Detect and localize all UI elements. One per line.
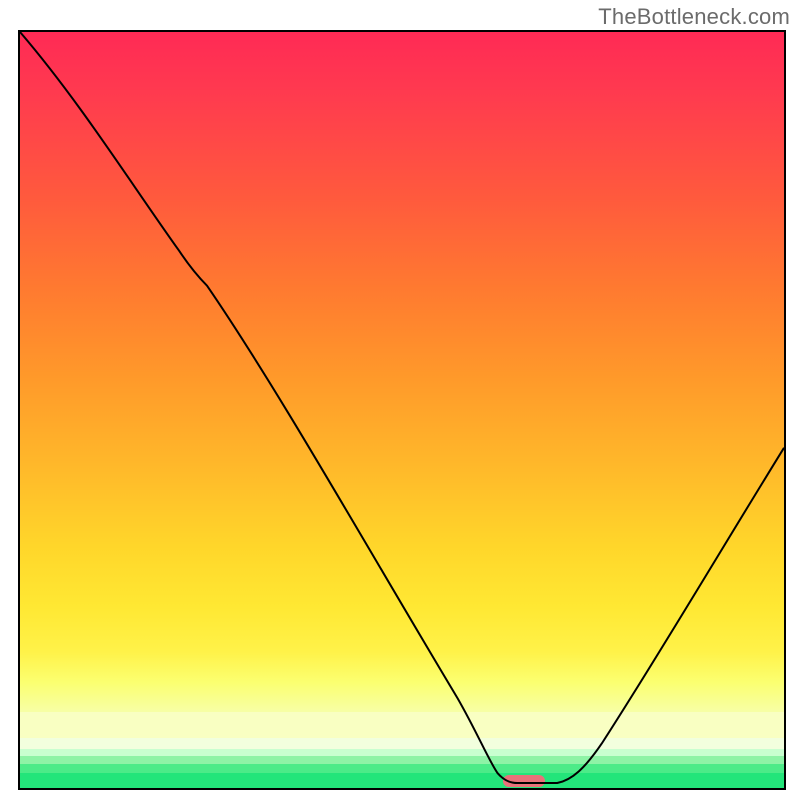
watermark-text: TheBottleneck.com xyxy=(598,4,790,30)
curve-line xyxy=(20,32,784,788)
plot-area xyxy=(18,30,786,790)
chart-container: TheBottleneck.com xyxy=(0,0,800,800)
curve-path xyxy=(20,32,784,783)
